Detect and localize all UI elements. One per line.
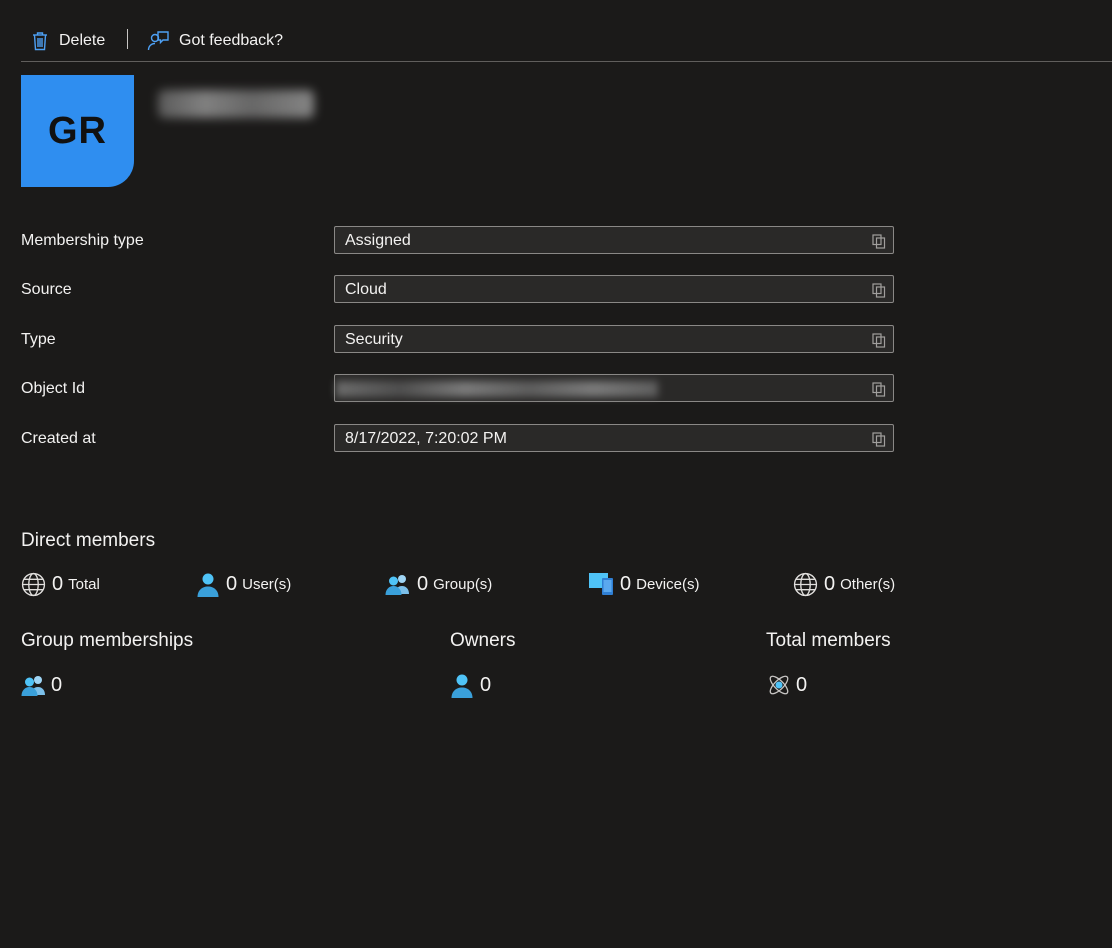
users-label: User(s)	[242, 575, 292, 593]
others-label: Other(s)	[840, 575, 896, 593]
group-icon	[21, 676, 45, 696]
created-at-field[interactable]: 8/17/2022, 7:20:02 PM	[334, 424, 894, 452]
direct-members-total[interactable]: 0 Total	[21, 570, 100, 598]
user-icon	[197, 573, 219, 597]
object-id-redacted	[336, 381, 658, 397]
group-icon	[385, 575, 409, 595]
groups-label: Group(s)	[433, 575, 493, 593]
feedback-label: Got feedback?	[179, 32, 284, 49]
feedback-button[interactable]: Got feedback?	[147, 27, 283, 55]
feedback-icon	[147, 31, 169, 51]
membership-type-value: Assigned	[345, 232, 411, 249]
type-field[interactable]: Security	[334, 325, 894, 353]
copy-icon[interactable]	[872, 432, 886, 447]
direct-members-users[interactable]: 0 User(s)	[196, 570, 291, 598]
device-icon	[589, 573, 613, 595]
owners-title: Owners	[450, 630, 516, 651]
delete-button[interactable]: Delete	[31, 27, 105, 55]
copy-icon[interactable]	[872, 283, 886, 298]
created-at-label: Created at	[21, 430, 96, 447]
atom-icon	[769, 675, 789, 695]
owners-count: 0	[480, 673, 492, 696]
trash-icon	[33, 32, 47, 51]
direct-members-others[interactable]: 0 Other(s)	[793, 570, 895, 598]
copy-icon[interactable]	[872, 333, 886, 348]
command-bar: Delete Got feedback?	[21, 24, 1112, 62]
type-label: Type	[21, 331, 56, 348]
delete-label: Delete	[59, 32, 106, 49]
type-value: Security	[345, 331, 403, 348]
group-memberships-count: 0	[51, 673, 63, 696]
globe-icon	[21, 572, 46, 596]
group-memberships-stat[interactable]: 0	[21, 671, 62, 699]
direct-members-devices[interactable]: 0 Device(s)	[588, 570, 699, 598]
object-id-label: Object Id	[21, 380, 86, 397]
devices-count: 0	[620, 572, 632, 595]
groups-count: 0	[417, 572, 429, 595]
users-count: 0	[226, 572, 238, 595]
source-label: Source	[21, 281, 72, 298]
copy-icon[interactable]	[872, 382, 886, 397]
group-name-redacted	[158, 90, 314, 118]
total-members-title: Total members	[766, 630, 891, 651]
globe-icon	[793, 572, 818, 596]
devices-label: Device(s)	[636, 575, 700, 593]
source-value: Cloud	[345, 281, 387, 298]
total-label: Total	[68, 575, 100, 593]
total-members-stat[interactable]: 0	[766, 671, 807, 699]
membership-type-label: Membership type	[21, 232, 144, 249]
others-count: 0	[824, 572, 836, 595]
membership-type-field[interactable]: Assigned	[334, 226, 894, 254]
copy-icon[interactable]	[872, 234, 886, 249]
created-at-value: 8/17/2022, 7:20:02 PM	[345, 430, 507, 447]
source-field[interactable]: Cloud	[334, 275, 894, 303]
toolbar-separator	[127, 29, 128, 49]
total-members-count: 0	[796, 673, 808, 696]
direct-members-groups[interactable]: 0 Group(s)	[385, 570, 492, 598]
owners-stat[interactable]: 0	[450, 671, 491, 699]
group-initials: GR	[48, 109, 107, 152]
group-memberships-title: Group memberships	[21, 630, 194, 651]
object-id-field[interactable]	[334, 374, 894, 402]
total-count: 0	[52, 572, 64, 595]
direct-members-title: Direct members	[21, 530, 156, 551]
group-avatar: GR	[21, 75, 134, 187]
user-icon	[451, 674, 473, 698]
